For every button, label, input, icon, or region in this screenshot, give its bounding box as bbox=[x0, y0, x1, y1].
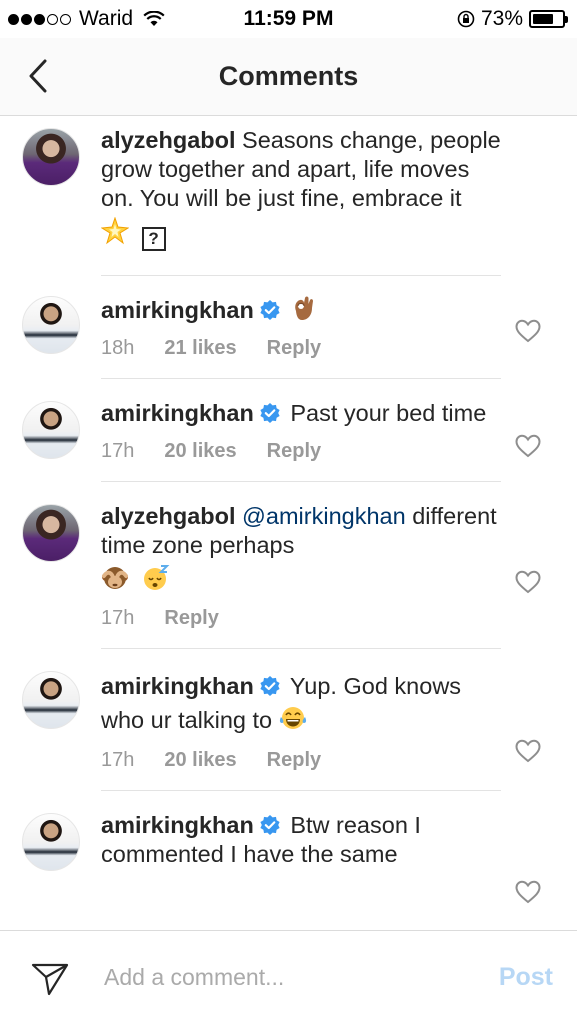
orientation-lock-icon bbox=[457, 10, 475, 28]
comment-meta: 17h 20 likes Reply bbox=[101, 749, 501, 772]
page-title: Comments bbox=[218, 61, 359, 91]
comment-text: amirkingkhan Yup. God knows who ur talki… bbox=[101, 669, 501, 737]
heart-outline-icon[interactable] bbox=[515, 739, 541, 763]
comment-body: alyzehgabol @amirkingkhan different time… bbox=[101, 502, 501, 649]
avatar[interactable] bbox=[22, 813, 80, 871]
heart-outline-icon[interactable] bbox=[515, 570, 541, 594]
reply-button[interactable]: Reply bbox=[267, 440, 321, 463]
comment-meta: 17h Reply bbox=[101, 607, 501, 630]
status-bar: Warid 11:59 PM 73% bbox=[0, 0, 577, 38]
comment-time: 17h bbox=[101, 440, 135, 462]
comment-body: amirkingkhan Btw reason I commented I ha… bbox=[101, 811, 501, 883]
post-button[interactable]: Post bbox=[499, 963, 553, 992]
likes-count[interactable]: 20 likes bbox=[164, 749, 236, 772]
comment-text: alyzehgabol @amirkingkhan different time… bbox=[101, 502, 501, 595]
battery-percent: 73% bbox=[480, 7, 523, 30]
comment-item: alyzehgabol Seasons change, people grow … bbox=[0, 116, 577, 276]
comment-input[interactable] bbox=[104, 964, 499, 991]
reply-button[interactable]: Reply bbox=[267, 749, 321, 772]
verified-badge-icon bbox=[260, 815, 280, 835]
comment-text: amirkingkhan Btw reason I commented I ha… bbox=[101, 811, 501, 869]
comment-text: amirkingkhan bbox=[101, 294, 501, 325]
likes-count[interactable]: 20 likes bbox=[164, 440, 236, 463]
reply-button[interactable]: Reply bbox=[267, 337, 321, 360]
chevron-left-icon bbox=[29, 59, 47, 93]
comments-list[interactable]: alyzehgabol Seasons change, people grow … bbox=[0, 116, 577, 930]
comment-message: Past your bed time bbox=[290, 400, 487, 426]
ok-hand-emoji bbox=[295, 296, 314, 320]
comment-item: amirkingkhan Btw reason I commented I ha… bbox=[0, 791, 577, 883]
comment-username[interactable]: amirkingkhan bbox=[101, 297, 254, 323]
likes-count[interactable]: 21 likes bbox=[164, 337, 236, 360]
verified-badge-icon bbox=[260, 300, 280, 320]
comment-body: amirkingkhan Yup. God knows who ur talki… bbox=[101, 669, 501, 791]
comment-meta: 17h 20 likes Reply bbox=[101, 440, 501, 463]
signal-strength-icon bbox=[8, 13, 71, 25]
battery-fill bbox=[533, 14, 554, 24]
comment-time: 17h bbox=[101, 749, 135, 771]
comment-username[interactable]: amirkingkhan bbox=[101, 400, 254, 426]
back-button[interactable] bbox=[18, 56, 58, 96]
heart-outline-icon[interactable] bbox=[515, 880, 541, 904]
comment-item: amirkingkhan Yup. God knows who ur talki… bbox=[0, 649, 577, 791]
avatar[interactable] bbox=[22, 401, 80, 459]
battery-icon bbox=[529, 10, 568, 28]
paper-plane-icon[interactable] bbox=[30, 958, 70, 998]
avatar[interactable] bbox=[22, 504, 80, 562]
carrier-name: Warid bbox=[79, 7, 134, 30]
comment-username[interactable]: amirkingkhan bbox=[101, 673, 254, 699]
wifi-icon bbox=[143, 11, 165, 26]
heart-outline-icon[interactable] bbox=[515, 319, 541, 343]
status-right: 73% bbox=[457, 7, 568, 31]
comment-time: 17h bbox=[101, 607, 135, 629]
sparkle-star-emoji bbox=[101, 217, 129, 245]
comment-item: alyzehgabol @amirkingkhan different time… bbox=[0, 482, 577, 649]
comment-body: amirkingkhan 18h 21 likes Reply bbox=[101, 294, 501, 379]
comment-body: alyzehgabol Seasons change, people grow … bbox=[101, 126, 501, 276]
tears-of-joy-emoji bbox=[279, 707, 306, 729]
comment-composer: Post bbox=[0, 930, 577, 1024]
mention-link[interactable]: @amirkingkhan bbox=[242, 503, 406, 529]
comment-text: amirkingkhan Past your bed time bbox=[101, 399, 501, 428]
comment-text: alyzehgabol Seasons change, people grow … bbox=[101, 126, 501, 251]
comment-item: amirkingkhan Past your bed time 17h 20 l… bbox=[0, 379, 577, 482]
emoji-row bbox=[101, 564, 170, 595]
heart-outline-icon[interactable] bbox=[515, 434, 541, 458]
comment-time: 18h bbox=[101, 337, 135, 359]
comment-username[interactable]: alyzehgabol bbox=[101, 503, 236, 529]
comment-username[interactable]: amirkingkhan bbox=[101, 812, 254, 838]
status-left: Warid bbox=[8, 7, 165, 31]
comment-meta: 18h 21 likes Reply bbox=[101, 337, 501, 360]
sleeping-face-emoji bbox=[143, 565, 169, 590]
avatar[interactable] bbox=[22, 296, 80, 354]
comment-username[interactable]: alyzehgabol bbox=[101, 127, 236, 153]
unknown-glyph-box: ? bbox=[141, 227, 166, 251]
avatar[interactable] bbox=[22, 128, 80, 186]
reply-button[interactable]: Reply bbox=[164, 607, 218, 630]
verified-badge-icon bbox=[260, 403, 280, 423]
navigation-bar: Comments bbox=[0, 38, 577, 116]
verified-badge-icon bbox=[260, 676, 280, 696]
comment-item: amirkingkhan 18h 21 likes Reply bbox=[0, 276, 577, 379]
comment-body: amirkingkhan Past your bed time 17h 20 l… bbox=[101, 399, 501, 482]
see-no-evil-monkey-emoji bbox=[102, 567, 128, 589]
avatar[interactable] bbox=[22, 671, 80, 729]
